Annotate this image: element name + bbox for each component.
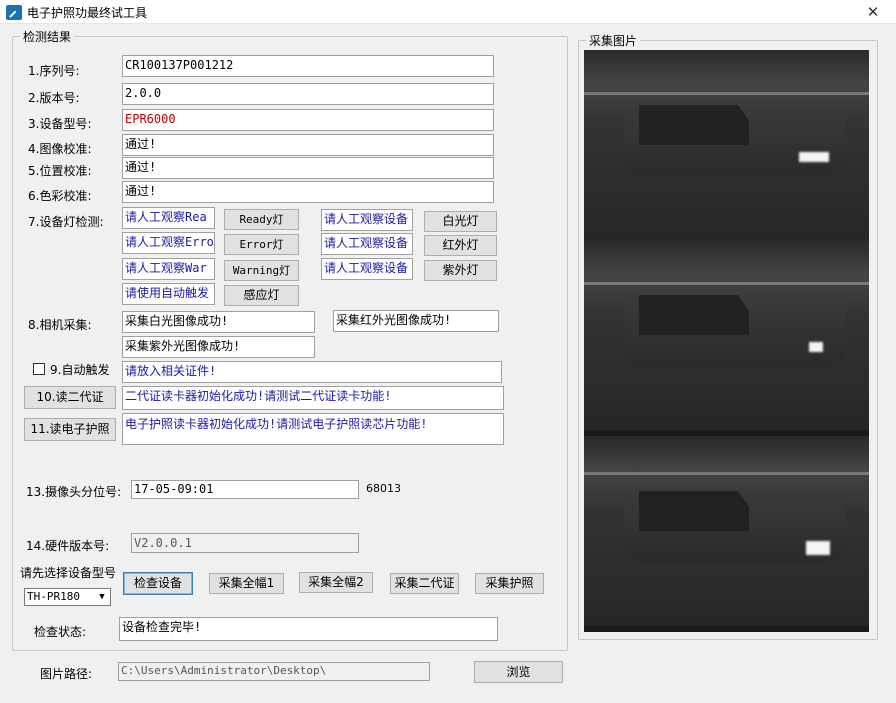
- hardware-version-field: V2.0.0.1: [131, 533, 359, 553]
- capture-id-card-button[interactable]: 采集二代证: [390, 573, 459, 594]
- lamp-sensor-field[interactable]: 请使用自动触发: [122, 283, 215, 305]
- position-calibration-label: 5.位置校准:: [28, 164, 92, 178]
- results-legend: 检测结果: [20, 28, 75, 45]
- white-capture-field[interactable]: 采集白光图像成功!: [122, 311, 315, 333]
- read-id-card-field[interactable]: 二代证读卡器初始化成功!请测试二代证读卡功能!: [122, 386, 504, 410]
- title-bar: 电子护照功最终试工具 ✕: [0, 0, 896, 24]
- captured-frame-3: [584, 436, 869, 626]
- auto-trigger-checkbox[interactable]: [33, 363, 45, 375]
- ir-lamp-button[interactable]: 红外灯: [424, 235, 497, 256]
- status-field[interactable]: 设备检查完毕!: [119, 617, 498, 641]
- lamp-white-field[interactable]: 请人工观察设备: [321, 209, 413, 231]
- color-calibration-label: 6.色彩校准:: [28, 189, 92, 203]
- version-label: 2.版本号:: [28, 91, 80, 105]
- version-field[interactable]: 2.0.0: [122, 83, 494, 105]
- close-button[interactable]: ✕: [850, 0, 896, 24]
- app-icon: [6, 5, 22, 20]
- image-calibration-field[interactable]: 通过!: [122, 134, 494, 156]
- read-passport-button[interactable]: 11.读电子护照: [24, 418, 116, 441]
- image-calibration-label: 4.图像校准:: [28, 142, 92, 156]
- sensor-lamp-button[interactable]: 感应灯: [224, 285, 299, 306]
- model-select-value: TH-PR180: [27, 590, 80, 603]
- ir-capture-field[interactable]: 采集红外光图像成功!: [333, 310, 499, 332]
- camera-id-field[interactable]: 17-05-09:01: [131, 480, 359, 499]
- hardware-version-label: 14.硬件版本号:: [26, 539, 110, 553]
- path-label: 图片路径:: [40, 667, 93, 681]
- path-field: C:\Users\Administrator\Desktop\: [118, 662, 430, 681]
- serial-label: 1.序列号:: [28, 64, 80, 78]
- camera-id-label: 13.摄像头分位号:: [26, 485, 122, 499]
- capture-full-1-button[interactable]: 采集全幅1: [209, 573, 284, 594]
- select-model-label: 请先选择设备型号: [20, 566, 117, 580]
- lamp-detection-label: 7.设备灯检测:: [28, 215, 104, 229]
- model-select[interactable]: TH-PR180 ▼: [24, 588, 111, 606]
- camera-id-extra: 68013: [366, 482, 401, 495]
- lamp-error-field[interactable]: 请人工观察Erro: [122, 232, 215, 254]
- chevron-down-icon[interactable]: ▼: [94, 589, 110, 605]
- capture-full-2-button[interactable]: 采集全幅2: [299, 572, 373, 593]
- captured-image: [584, 50, 869, 632]
- lamp-ready-field[interactable]: 请人工观察Rea: [122, 207, 215, 229]
- model-label: 3.设备型号:: [28, 117, 92, 131]
- image-legend: 采集图片: [586, 32, 641, 49]
- auto-trigger-label: 9.自动触发: [50, 363, 110, 377]
- lamp-warning-field[interactable]: 请人工观察War: [122, 258, 215, 280]
- error-lamp-button[interactable]: Error灯: [224, 234, 299, 255]
- model-field[interactable]: EPR6000: [122, 109, 494, 131]
- read-id-card-button[interactable]: 10.读二代证: [24, 386, 116, 409]
- status-label: 检查状态:: [34, 625, 87, 639]
- position-calibration-field[interactable]: 通过!: [122, 157, 494, 179]
- captured-frame-2: [584, 240, 869, 430]
- captured-frame-1: [584, 50, 869, 240]
- auto-trigger-field[interactable]: 请放入相关证件!: [122, 361, 502, 383]
- uv-capture-field[interactable]: 采集紫外光图像成功!: [122, 336, 315, 358]
- warning-lamp-button[interactable]: Warning灯: [224, 260, 299, 281]
- check-device-button[interactable]: 检查设备: [123, 572, 193, 595]
- browse-button[interactable]: 浏览: [474, 661, 563, 683]
- serial-field[interactable]: CR100137P001212: [122, 55, 494, 77]
- uv-lamp-button[interactable]: 紫外灯: [424, 260, 497, 281]
- camera-capture-label: 8.相机采集:: [28, 318, 92, 332]
- white-lamp-button[interactable]: 白光灯: [424, 211, 497, 232]
- lamp-uv-field[interactable]: 请人工观察设备: [321, 258, 413, 280]
- ready-lamp-button[interactable]: Ready灯: [224, 209, 299, 230]
- color-calibration-field[interactable]: 通过!: [122, 181, 494, 203]
- lamp-ir-field[interactable]: 请人工观察设备: [321, 233, 413, 255]
- read-passport-field[interactable]: 电子护照读卡器初始化成功!请测试电子护照读芯片功能!: [122, 413, 504, 445]
- capture-passport-button[interactable]: 采集护照: [475, 573, 544, 594]
- window-title: 电子护照功最终试工具: [27, 6, 148, 20]
